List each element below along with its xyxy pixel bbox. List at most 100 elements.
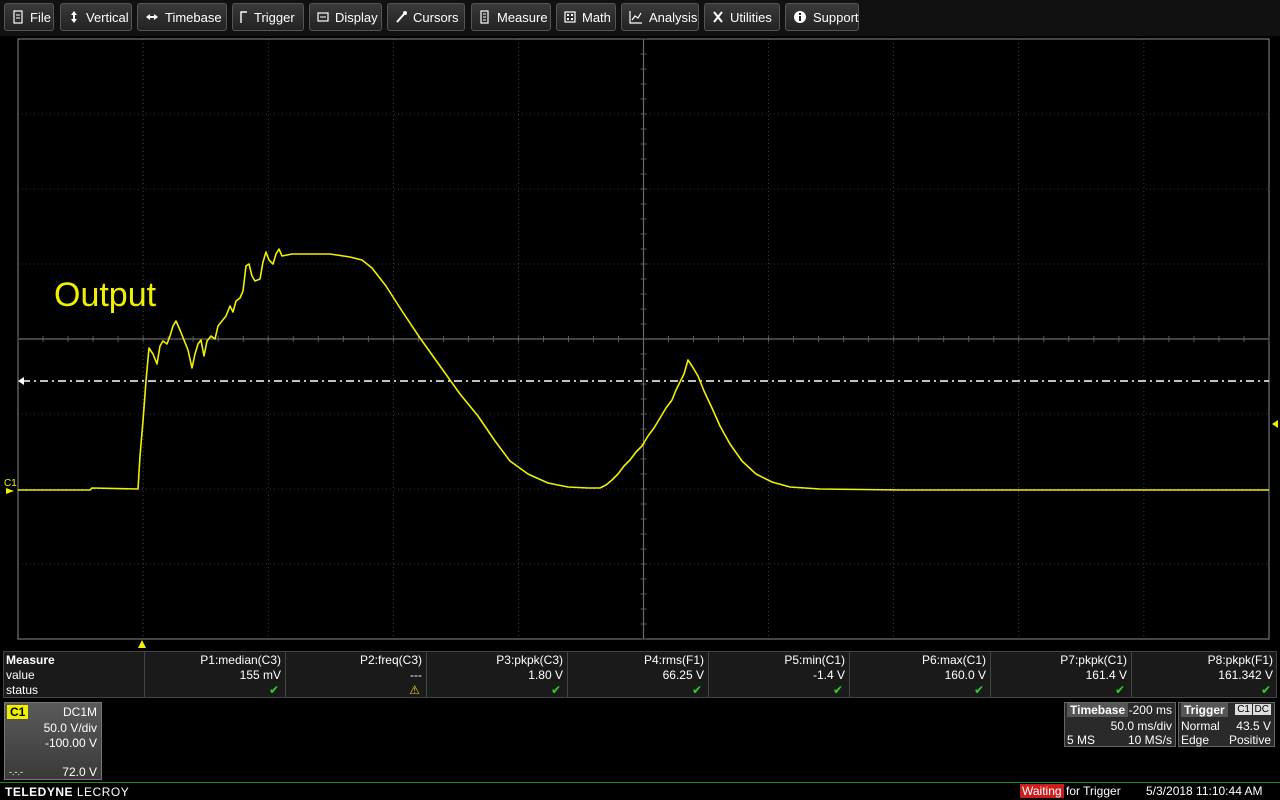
menu-file-label: File bbox=[30, 9, 51, 25]
acquisition-status-text: for Trigger bbox=[1066, 784, 1121, 798]
menu-vertical-label: Vertical bbox=[86, 9, 129, 25]
channel-vdiv: 50.0 V/div bbox=[43, 721, 97, 735]
measure-param-value: 66.25 V bbox=[662, 668, 704, 682]
menu-cursors-label: Cursors bbox=[413, 9, 459, 25]
menu-analysis-button[interactable]: Analysis bbox=[621, 3, 699, 31]
measure-param-5[interactable]: P5:min(C1) -1.4 V ✔ bbox=[708, 652, 849, 698]
measure-param-4[interactable]: P4:rms(F1) 66.25 V ✔ bbox=[567, 652, 708, 698]
measure-param-value: 1.80 V bbox=[528, 668, 563, 682]
check-icon: ✔ bbox=[268, 683, 279, 697]
measure-title: Measure bbox=[6, 653, 55, 667]
measure-param-8[interactable]: P8:pkpk(F1) 161.342 V ✔ bbox=[1131, 652, 1277, 698]
measure-icon bbox=[479, 10, 491, 24]
timebase-descriptor[interactable]: Timebase -200 ms 50.0 ms/div 5 MS 10 MS/… bbox=[1064, 702, 1176, 747]
offset-marker-icon bbox=[1272, 420, 1278, 428]
measure-param-value: 161.342 V bbox=[1218, 668, 1273, 682]
check-icon: ✔ bbox=[832, 683, 843, 697]
vertical-arrows-icon bbox=[68, 10, 80, 24]
oscilloscope-window: File Vertical Timebase Trigger Display C… bbox=[0, 0, 1280, 800]
measure-param-2[interactable]: P2:freq(C3) --- ⚠ bbox=[285, 652, 426, 698]
measure-row-status-label: status bbox=[6, 683, 39, 697]
brand-logo: TELEDYNE LECROY bbox=[5, 785, 130, 799]
warning-icon: ⚠ bbox=[409, 683, 420, 697]
trigger-descriptor[interactable]: Trigger C1 DC Normal 43.5 V Edge Positiv… bbox=[1178, 702, 1275, 747]
info-icon bbox=[793, 10, 807, 24]
measure-param-value: 160.0 V bbox=[944, 668, 986, 682]
measure-param-name: P3:pkpk(C3) bbox=[496, 653, 563, 667]
menu-utilities-button[interactable]: Utilities bbox=[704, 3, 780, 31]
datetime: 5/3/2018 11:10:44 AM bbox=[1146, 784, 1263, 798]
check-icon: ✔ bbox=[973, 683, 984, 697]
timebase-rate: 10 MS/s bbox=[1127, 733, 1172, 747]
check-icon: ✔ bbox=[550, 683, 561, 697]
menu-display-label: Display bbox=[335, 9, 378, 25]
menu-vertical-button[interactable]: Vertical bbox=[60, 3, 132, 31]
menu-support-label: Support bbox=[813, 9, 859, 25]
waveform-display[interactable]: Output C1 bbox=[0, 36, 1280, 648]
channel-tag: C1 bbox=[7, 705, 29, 719]
trigger-slope: Positive bbox=[1228, 733, 1271, 747]
waveform-grid[interactable] bbox=[0, 36, 1280, 648]
measure-table: Measure value status P1:median(C3) 155 mV… bbox=[3, 651, 1277, 698]
menu-trigger-label: Trigger bbox=[254, 9, 295, 25]
status-bar: TELEDYNE LECROY Waiting for Trigger 5/3/… bbox=[0, 782, 1280, 800]
menu-measure-label: Measure bbox=[497, 9, 548, 25]
menu-math-button[interactable]: Math bbox=[556, 3, 616, 31]
channel-level: 72.0 V bbox=[62, 765, 97, 779]
timebase-title: Timebase bbox=[1067, 703, 1129, 717]
measure-param-value: -1.4 V bbox=[812, 668, 845, 682]
check-icon: ✔ bbox=[1114, 683, 1125, 697]
measure-param-7[interactable]: P7:pkpk(C1) 161.4 V ✔ bbox=[990, 652, 1131, 698]
measure-param-name: P4:rms(F1) bbox=[644, 653, 704, 667]
menu-timebase-button[interactable]: Timebase bbox=[137, 3, 227, 31]
trigger-type: Edge bbox=[1181, 733, 1210, 747]
menu-measure-button[interactable]: Measure bbox=[471, 3, 551, 31]
measure-param-name: P6:max(C1) bbox=[921, 653, 986, 667]
trigger-title: Trigger bbox=[1181, 703, 1228, 717]
trigger-level: 43.5 V bbox=[1236, 719, 1271, 733]
measure-param-name: P5:min(C1) bbox=[784, 653, 845, 667]
display-icon bbox=[317, 10, 329, 24]
measure-param-name: P1:median(C3) bbox=[200, 653, 281, 667]
trace-label: Output bbox=[54, 276, 157, 314]
horizontal-arrows-icon bbox=[145, 10, 159, 24]
menu-math-label: Math bbox=[582, 9, 611, 25]
trigger-mode: Normal bbox=[1181, 719, 1220, 733]
menu-cursors-button[interactable]: Cursors bbox=[387, 3, 465, 31]
menu-trigger-button[interactable]: Trigger bbox=[232, 3, 304, 31]
measure-param-3[interactable]: P3:pkpk(C3) 1.80 V ✔ bbox=[426, 652, 567, 698]
menu-display-button[interactable]: Display bbox=[309, 3, 382, 31]
tools-icon bbox=[712, 10, 724, 24]
timebase-tdiv: 50.0 ms/div bbox=[1110, 719, 1172, 733]
check-icon: ✔ bbox=[1260, 683, 1271, 697]
menu-support-button[interactable]: Support bbox=[785, 3, 859, 31]
check-icon: ✔ bbox=[691, 683, 702, 697]
acquisition-status-badge: Waiting bbox=[1020, 784, 1064, 798]
channel-offset: -100.00 V bbox=[44, 736, 97, 750]
channel-marker[interactable]: C1 bbox=[4, 478, 17, 489]
analysis-chart-icon bbox=[629, 10, 643, 24]
measure-param-name: P2:freq(C3) bbox=[359, 653, 422, 667]
trigger-coupling: DC bbox=[1252, 704, 1271, 715]
measure-param-value: 161.4 V bbox=[1085, 668, 1127, 682]
trigger-source: C1 bbox=[1235, 704, 1252, 715]
menu-timebase-label: Timebase bbox=[165, 9, 222, 25]
measure-param-value: 155 mV bbox=[239, 668, 281, 682]
measure-param-name: P8:pkpk(F1) bbox=[1207, 653, 1273, 667]
trigger-edge-icon bbox=[240, 10, 248, 24]
measure-row-value-label: value bbox=[6, 668, 35, 682]
measure-param-6[interactable]: P6:max(C1) 160.0 V ✔ bbox=[849, 652, 990, 698]
menu-file-button[interactable]: File bbox=[4, 3, 54, 31]
file-icon bbox=[12, 10, 24, 24]
channel-marker-line: -.-.- bbox=[9, 767, 23, 777]
timebase-samples: 5 MS bbox=[1067, 733, 1096, 747]
channel-coupling: DC1M bbox=[62, 705, 97, 719]
channel-c1-descriptor[interactable]: C1 DC1M 50.0 V/div -100.00 V -.-.- 72.0 … bbox=[4, 702, 102, 780]
timebase-delay: -200 ms bbox=[1128, 703, 1172, 717]
cursor-icon bbox=[395, 10, 407, 24]
measure-param-value: --- bbox=[410, 668, 422, 682]
measure-param-1[interactable]: P1:median(C3) 155 mV ✔ bbox=[144, 652, 285, 698]
trigger-position-icon bbox=[138, 640, 146, 648]
calculator-icon bbox=[564, 10, 576, 24]
menu-bar: File Vertical Timebase Trigger Display C… bbox=[0, 0, 1280, 36]
